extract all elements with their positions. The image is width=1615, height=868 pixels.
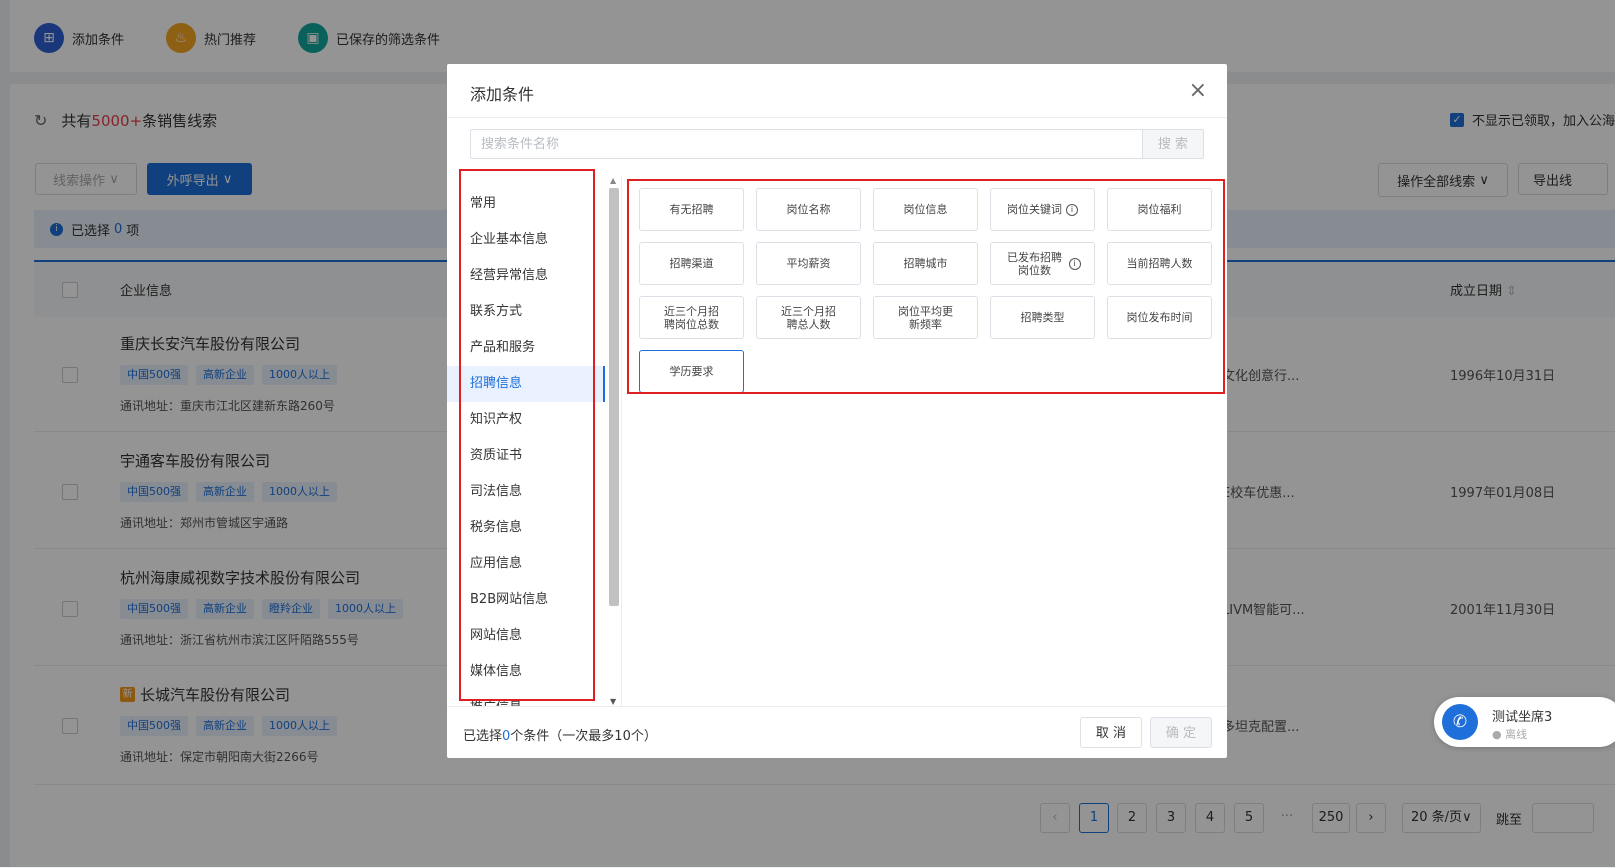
panel-divider — [621, 176, 622, 706]
category-list: 常用 企业基本信息 经营异常信息 联系方式 产品和服务 招聘信息 知识产权 资质… — [447, 186, 605, 706]
condition-label: 平均薪资 — [786, 257, 831, 270]
condition-label: 岗位信息 — [903, 203, 948, 216]
header-divider — [447, 117, 1227, 118]
condition-grid: 有无招聘 岗位名称 岗位信息 岗位关键词 i 岗位福利 招聘渠道 平均薪资 招聘城… — [639, 188, 1212, 393]
category-item[interactable]: 知识产权 — [447, 402, 605, 438]
category-item[interactable]: 常用 — [447, 186, 605, 222]
agent-name: 测试坐席3 — [1492, 710, 1553, 725]
agent-status: ● 离线 — [1492, 728, 1528, 741]
category-item[interactable]: 资质证书 — [447, 438, 605, 474]
category-item[interactable]: 推广信息 — [447, 690, 605, 706]
scroll-down-icon[interactable]: ▼ — [610, 697, 616, 706]
condition-item[interactable]: 岗位福利 — [1107, 188, 1212, 231]
footer-divider — [447, 706, 1227, 707]
call-widget[interactable]: ✆ 测试坐席3 ● 离线 — [1434, 697, 1615, 747]
condition-item[interactable]: 岗位名称 — [756, 188, 861, 231]
footer-suffix: 个条件（一次最多10个） — [510, 729, 657, 744]
add-condition-dialog: 添加条件 × 搜 索 常用 企业基本信息 经营异常信息 联系方式 产品和服务 招… — [447, 64, 1227, 758]
category-item[interactable]: 应用信息 — [447, 546, 605, 582]
condition-item[interactable]: 平均薪资 — [756, 242, 861, 285]
condition-item[interactable]: 招聘渠道 — [639, 242, 744, 285]
condition-label: 当前招聘人数 — [1126, 257, 1193, 270]
condition-label: 学历要求 — [669, 365, 714, 378]
condition-item[interactable]: 近三个月招聘岗位总数 — [639, 296, 744, 339]
category-item[interactable]: 经营异常信息 — [447, 258, 605, 294]
dialog-title: 添加条件 — [470, 85, 535, 104]
condition-label: 岗位发布时间 — [1126, 311, 1193, 324]
condition-item[interactable]: 有无招聘 — [639, 188, 744, 231]
cancel-button[interactable]: 取 消 — [1080, 717, 1142, 748]
info-circle-icon[interactable]: i — [1068, 257, 1081, 270]
agent-status-text: 离线 — [1505, 728, 1528, 741]
category-item[interactable]: 税务信息 — [447, 510, 605, 546]
condition-item[interactable]: 岗位发布时间 — [1107, 296, 1212, 339]
condition-label: 近三个月招聘总人数 — [781, 304, 836, 331]
condition-item[interactable]: 近三个月招聘总人数 — [756, 296, 861, 339]
condition-item[interactable]: 岗位平均更新频率 — [873, 296, 978, 339]
close-icon[interactable]: × — [1189, 78, 1207, 103]
confirm-button[interactable]: 确 定 — [1150, 717, 1212, 748]
category-item[interactable]: 联系方式 — [447, 294, 605, 330]
condition-search-input[interactable] — [470, 129, 1142, 159]
condition-item[interactable]: 学历要求 — [639, 350, 744, 393]
category-scrollbar[interactable]: ▲ ▼ — [607, 176, 621, 706]
search-button[interactable]: 搜 索 — [1142, 129, 1204, 159]
condition-label: 岗位关键词 — [1007, 203, 1062, 216]
condition-label: 近三个月招聘岗位总数 — [664, 304, 719, 331]
condition-item[interactable]: 已发布招聘岗位数 i — [990, 242, 1095, 285]
condition-label: 岗位福利 — [1137, 203, 1182, 216]
condition-label: 招聘渠道 — [669, 257, 714, 270]
category-item[interactable]: 司法信息 — [447, 474, 605, 510]
category-item[interactable]: 产品和服务 — [447, 330, 605, 366]
condition-label: 有无招聘 — [669, 203, 714, 216]
condition-label: 岗位名称 — [786, 203, 831, 216]
phone-icon[interactable]: ✆ — [1442, 704, 1478, 740]
condition-item[interactable]: 岗位信息 — [873, 188, 978, 231]
footer-prefix: 已选择 — [463, 729, 503, 744]
scroll-up-icon[interactable]: ▲ — [610, 176, 616, 185]
condition-item[interactable]: 招聘城市 — [873, 242, 978, 285]
category-item[interactable]: B2B网站信息 — [447, 582, 605, 618]
category-item[interactable]: 媒体信息 — [447, 654, 605, 690]
condition-label: 招聘类型 — [1020, 311, 1065, 324]
condition-label: 岗位平均更新频率 — [898, 304, 953, 331]
category-item[interactable]: 企业基本信息 — [447, 222, 605, 258]
condition-label: 招聘城市 — [903, 257, 948, 270]
condition-label: 已发布招聘岗位数 — [1007, 250, 1062, 277]
condition-item[interactable]: 招聘类型 — [990, 296, 1095, 339]
condition-item[interactable]: 岗位关键词 i — [990, 188, 1095, 231]
selected-conditions-info: 已选择0个条件（一次最多10个） — [463, 725, 657, 744]
info-circle-icon[interactable]: i — [1066, 203, 1078, 216]
scroll-thumb[interactable] — [609, 188, 619, 606]
category-item-active[interactable]: 招聘信息 — [447, 366, 605, 402]
category-item[interactable]: 网站信息 — [447, 618, 605, 654]
condition-item[interactable]: 当前招聘人数 — [1107, 242, 1212, 285]
